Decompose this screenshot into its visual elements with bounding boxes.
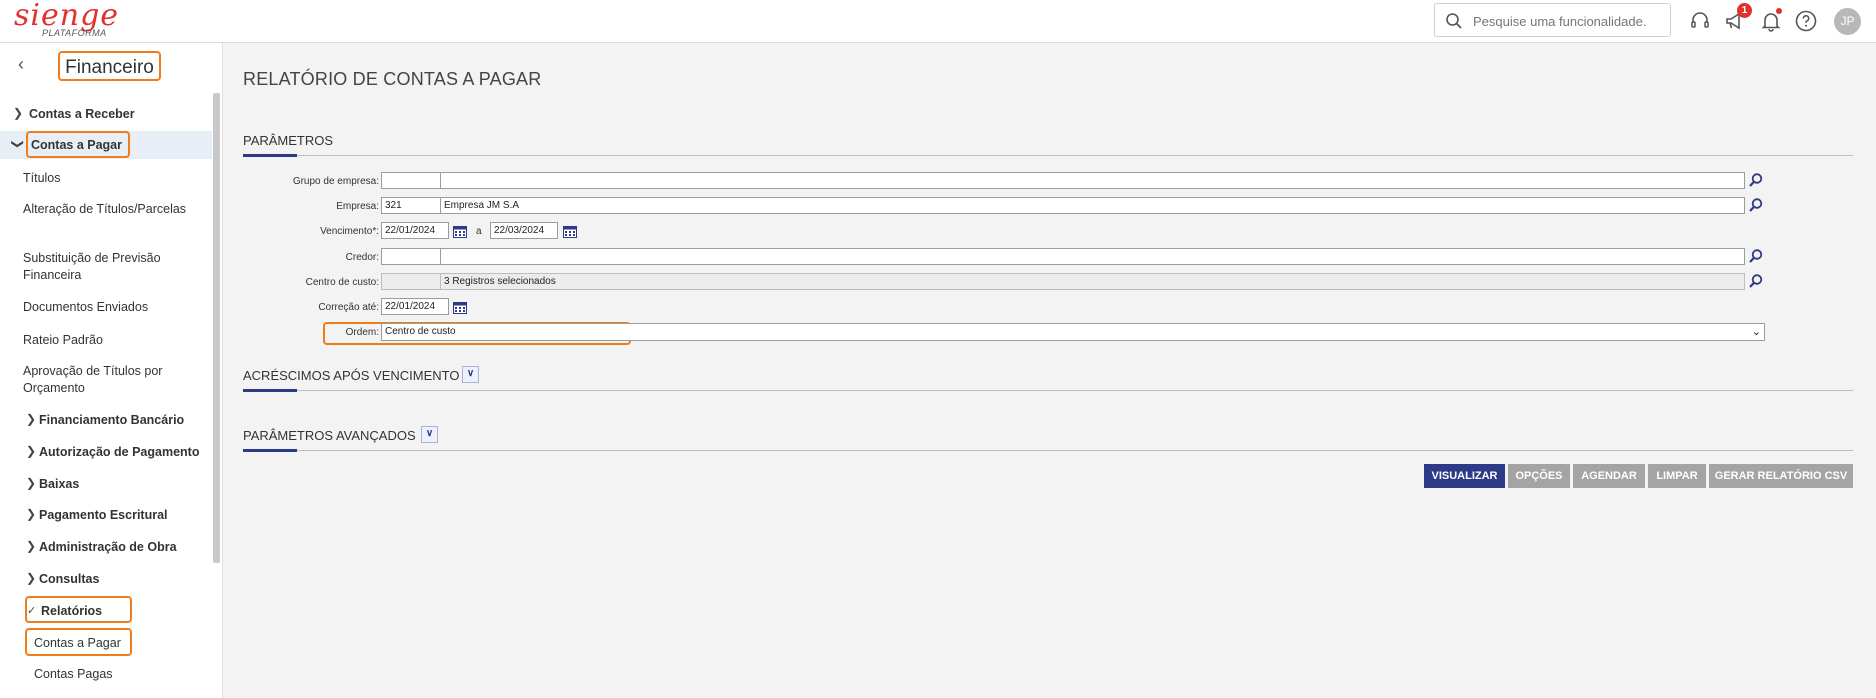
gerar-csv-button[interactable]: GERAR RELATÓRIO CSV [1709,464,1853,488]
section-parametros: PARÂMETROS [243,133,1853,157]
check-icon: ✓ [27,605,37,617]
vencimento-label: Vencimento*: [320,226,379,237]
chevron-down-icon: ❯ [11,138,26,150]
magnifier-icon[interactable] [1748,197,1764,213]
calendar-icon[interactable] [453,301,467,314]
chevron-right-icon: ❯ [26,539,37,553]
agendar-button[interactable]: AGENDAR [1573,464,1645,488]
vencimento-to-input[interactable]: 22/03/2024 [490,222,558,239]
bell-alert-dot [1776,8,1782,14]
centro-custo-label: Centro de custo: [305,277,379,288]
sidebar-item-aprovacao-titulos[interactable]: Aprovação de Títulos por Orçamento [23,363,193,397]
divider [243,390,1853,391]
sidebar-scrollbar[interactable] [213,93,220,563]
opcoes-button[interactable]: OPÇÕES [1508,464,1570,488]
search-box[interactable] [1434,3,1671,37]
headset-icon[interactable] [1688,9,1712,33]
sidebar-title: Financeiro [58,51,161,81]
expand-double-chevron-icon[interactable]: ∨ [421,426,438,443]
sidebar-item-rateio-padrao[interactable]: Rateio Padrão [23,333,103,347]
date-range-separator: a [476,226,482,237]
section-accent [243,154,297,157]
chevron-right-icon: ❯ [26,444,37,458]
centro-custo-name-input[interactable]: 3 Registros selecionados [440,273,1745,290]
empresa-label: Empresa: [336,201,379,212]
back-arrow-icon[interactable]: ‹ [18,55,32,73]
sidebar-item-financiamento-bancario[interactable]: Financiamento Bancário [39,413,184,427]
sidebar-item-contas-a-pagar[interactable]: Contas a Pagar [31,138,122,152]
sidebar: ‹ Financeiro ❯ Contas a Receber ❯ Contas… [0,43,223,698]
magnifier-icon[interactable] [1748,248,1764,264]
ordem-select[interactable]: Centro de custo ⌄ [381,323,1765,341]
grupo-empresa-label: Grupo de empresa: [292,176,379,187]
sidebar-item-contas-pagas[interactable]: Contas Pagas [34,667,113,681]
sidebar-item-administracao-obra[interactable]: Administração de Obra [39,540,177,554]
correcao-date-input[interactable]: 22/01/2024 [381,298,449,315]
grupo-empresa-code-input[interactable] [381,172,441,189]
sidebar-item-contas-a-receber[interactable]: Contas a Receber [29,107,135,121]
empresa-name-input[interactable]: Empresa JM S.A [440,197,1745,214]
centro-custo-code-input[interactable] [381,273,441,290]
visualizar-button[interactable]: VISUALIZAR [1424,464,1505,488]
chevron-right-icon: ❯ [13,106,24,120]
chevron-right-icon: ❯ [26,571,37,585]
section-acrescimos: ACRÉSCIMOS APÓS VENCIMENTO ∨ [243,366,1853,392]
notification-badge: 1 [1737,3,1752,18]
correcao-label: Correção até: [318,302,379,313]
credor-name-input[interactable] [440,248,1745,265]
limpar-button[interactable]: LIMPAR [1648,464,1706,488]
section-accent [243,389,297,392]
chevron-right-icon: ❯ [26,476,37,490]
sienge-logo[interactable]: sienge PLATAFORMA [14,0,118,42]
credor-label: Credor: [345,252,379,263]
top-bar: sienge PLATAFORMA 1 JP [0,0,1876,43]
magnifier-icon[interactable] [1748,172,1764,188]
sidebar-item-substituicao-previsao[interactable]: Substituição de Previsão Financeira [23,250,193,284]
search-icon [1446,13,1462,29]
section-title: PARÂMETROS AVANÇADOS [243,428,416,443]
calendar-icon[interactable] [453,225,467,238]
user-avatar[interactable]: JP [1834,8,1861,35]
page-title: RELATÓRIO DE CONTAS A PAGAR [243,69,542,89]
sidebar-item-consultas[interactable]: Consultas [39,572,99,586]
chevron-down-icon: ⌄ [1751,326,1761,338]
section-avancados: PARÂMETROS AVANÇADOS ∨ [243,426,1853,452]
search-input[interactable] [1471,10,1665,32]
sidebar-item-relatorios[interactable]: Relatórios [41,604,102,618]
sidebar-item-documentos-enviados[interactable]: Documentos Enviados [23,300,148,314]
credor-code-input[interactable] [381,248,441,265]
section-accent [243,449,297,452]
logo-subtitle: PLATAFORMA [42,28,107,38]
ordem-selected-value: Centro de custo [385,326,456,337]
sidebar-item-pagamento-escritural[interactable]: Pagamento Escritural [39,508,168,522]
ordem-label: Ordem: [345,327,379,338]
chevron-right-icon: ❯ [26,412,37,426]
grupo-empresa-name-input[interactable] [440,172,1745,189]
calendar-icon[interactable] [563,225,577,238]
section-title: PARÂMETROS [243,133,334,148]
expand-double-chevron-icon[interactable]: ∨ [462,366,479,383]
vencimento-from-input[interactable]: 22/01/2024 [381,222,449,239]
divider [243,155,1853,156]
chevron-right-icon: ❯ [26,507,37,521]
sidebar-item-autorizacao-pagamento[interactable]: Autorização de Pagamento [39,445,199,459]
divider [243,450,1853,451]
sidebar-item-relatorio-contas-a-pagar[interactable]: Contas a Pagar [34,636,121,650]
sidebar-item-alteracao-titulos[interactable]: Alteração de Títulos/Parcelas [23,201,193,218]
sidebar-item-baixas[interactable]: Baixas [39,477,79,491]
empresa-code-input[interactable]: 321 [381,197,441,214]
magnifier-icon[interactable] [1748,273,1764,289]
help-icon[interactable] [1794,9,1818,33]
section-title: ACRÉSCIMOS APÓS VENCIMENTO [243,368,460,383]
sidebar-item-titulos[interactable]: Títulos [23,171,61,185]
